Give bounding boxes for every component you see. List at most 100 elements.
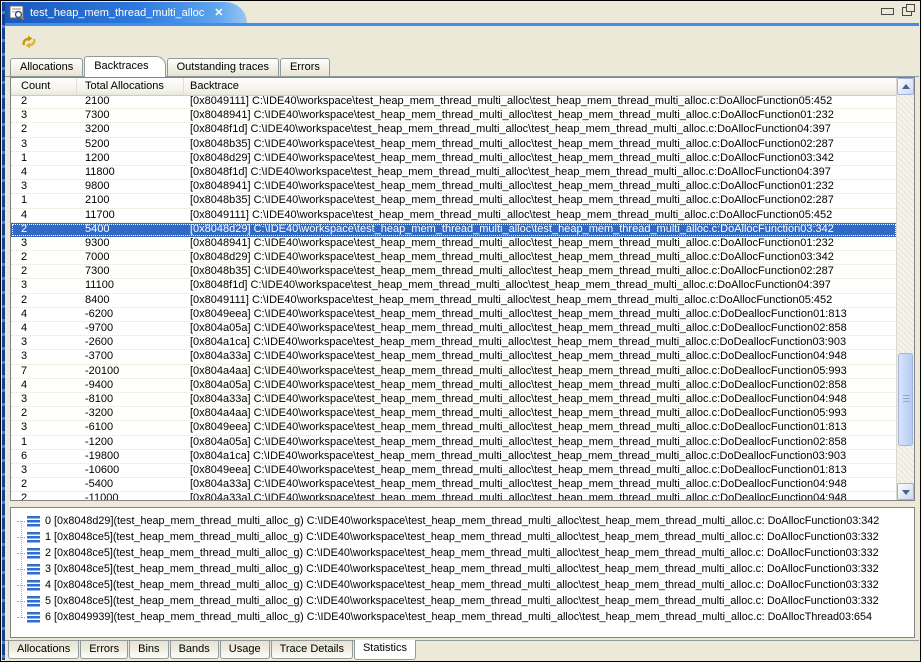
stack-frame-row[interactable]: 3 [0x8048ce5](test_heap_mem_thread_multi… (17, 561, 914, 577)
window-left-border (2, 2, 5, 660)
backtrace-cell: [0x8049eea] C:\IDE40\workspace\test_heap… (184, 464, 897, 477)
count-cell: 3 (11, 279, 77, 292)
table-row[interactable]: 4-9400[0x804a05a] C:\IDE40\workspace\tes… (11, 379, 897, 393)
total-allocations-cell: 5400 (77, 223, 184, 236)
total-allocations-cell: -3200 (77, 407, 184, 420)
table-row[interactable]: 2-5400[0x804a33a] C:\IDE40\workspace\tes… (11, 478, 897, 492)
stack-frame-row[interactable]: 6 [0x8049939](test_heap_mem_thread_multi… (17, 609, 914, 625)
stack-frame-row[interactable]: 2 [0x8048ce5](test_heap_mem_thread_multi… (17, 545, 914, 561)
tab-backtraces[interactable]: Backtraces (84, 56, 165, 77)
tab-bottom-usage[interactable]: Usage (220, 641, 270, 659)
backtrace-cell: [0x8048941] C:\IDE40\workspace\test_heap… (184, 180, 897, 193)
column-header-count[interactable]: Count (11, 78, 77, 95)
count-cell: 2 (11, 492, 77, 500)
table-row[interactable]: 3-2600[0x804a1ca] C:\IDE40\workspace\tes… (11, 336, 897, 350)
stack-frame-row[interactable]: 4 [0x8048ce5](test_heap_mem_thread_multi… (17, 577, 914, 593)
stack-frame-row[interactable]: 0 [0x8048d29](test_heap_mem_thread_multi… (17, 513, 914, 529)
backtrace-cell: [0x8048d29] C:\IDE40\workspace\test_heap… (184, 251, 897, 264)
count-cell: 1 (11, 152, 77, 165)
table-row[interactable]: 3-8100[0x804a33a] C:\IDE40\workspace\tes… (11, 393, 897, 407)
stack-frame-text: 6 [0x8049939](test_heap_mem_thread_multi… (45, 611, 872, 623)
count-cell: 3 (11, 350, 77, 363)
table-row[interactable]: 27000[0x8048d29] C:\IDE40\workspace\test… (11, 251, 897, 265)
tab-errors[interactable]: Errors (280, 58, 330, 76)
table-row[interactable]: 3-3700[0x804a33a] C:\IDE40\workspace\tes… (11, 350, 897, 364)
count-cell: 2 (11, 95, 77, 108)
table-row[interactable]: 7-20100[0x804a4aa] C:\IDE40\workspace\te… (11, 365, 897, 379)
total-allocations-cell: -1200 (77, 436, 184, 449)
table-row[interactable]: 35200[0x8048b35] C:\IDE40\workspace\test… (11, 138, 897, 152)
table-row[interactable]: 37300[0x8048941] C:\IDE40\workspace\test… (11, 109, 897, 123)
table-row[interactable]: 6-19800[0x804a1ca] C:\IDE40\workspace\te… (11, 450, 897, 464)
count-cell: 4 (11, 308, 77, 321)
count-cell: 3 (11, 421, 77, 434)
table-row[interactable]: 25400[0x8048d29] C:\IDE40\workspace\test… (11, 223, 897, 237)
count-cell: 2 (11, 294, 77, 307)
backtraces-table: Count Total Allocations Backtrace 22100[… (10, 77, 915, 501)
backtrace-cell: [0x8049111] C:\IDE40\workspace\test_heap… (184, 95, 897, 108)
column-header-total-allocations[interactable]: Total Allocations (77, 78, 184, 95)
table-row[interactable]: 2-3200[0x804a4aa] C:\IDE40\workspace\tes… (11, 407, 897, 421)
backtrace-cell: [0x8048b35] C:\IDE40\workspace\test_heap… (184, 265, 897, 278)
view-tab[interactable]: test_heap_mem_thread_multi_alloc ✕ (5, 2, 247, 23)
heap-analysis-window: test_heap_mem_thread_multi_alloc ✕ Alloc… (0, 0, 921, 662)
backtrace-cell: [0x8048941] C:\IDE40\workspace\test_heap… (184, 237, 897, 250)
table-row[interactable]: 23200[0x8048f1d] C:\IDE40\workspace\test… (11, 123, 897, 137)
scroll-down-icon[interactable] (897, 483, 914, 500)
close-icon[interactable]: ✕ (214, 6, 223, 19)
tab-bottom-statistics[interactable]: Statistics (354, 640, 416, 660)
backtrace-cell: [0x804a33a] C:\IDE40\workspace\test_heap… (184, 478, 897, 491)
sync-refresh-icon[interactable] (19, 32, 39, 52)
table-row[interactable]: 39300[0x8048941] C:\IDE40\workspace\test… (11, 237, 897, 251)
tab-allocations[interactable]: Allocations (10, 58, 83, 76)
stack-frame-row[interactable]: 5 [0x8048ce5](test_heap_mem_thread_multi… (17, 593, 914, 609)
backtrace-cell: [0x8049111] C:\IDE40\workspace\test_heap… (184, 209, 897, 222)
table-row[interactable]: 1-1200[0x804a05a] C:\IDE40\workspace\tes… (11, 436, 897, 450)
count-cell: 4 (11, 322, 77, 335)
table-row[interactable]: 4-6200[0x8049eea] C:\IDE40\workspace\tes… (11, 308, 897, 322)
total-allocations-cell: 7000 (77, 251, 184, 264)
scrollbar-thumb[interactable] (898, 353, 913, 446)
scroll-up-icon[interactable] (897, 78, 914, 95)
view-toolbar (5, 26, 919, 57)
tab-bottom-bins[interactable]: Bins (129, 641, 168, 659)
tab-bottom-allocations[interactable]: Allocations (8, 641, 79, 659)
tab-bottom-errors[interactable]: Errors (80, 641, 128, 659)
table-row[interactable]: 4-9700[0x804a05a] C:\IDE40\workspace\tes… (11, 322, 897, 336)
total-allocations-cell: 7300 (77, 109, 184, 122)
table-row[interactable]: 12100[0x8048b35] C:\IDE40\workspace\test… (11, 194, 897, 208)
count-cell: 3 (11, 138, 77, 151)
table-row[interactable]: 28400[0x8049111] C:\IDE40\workspace\test… (11, 294, 897, 308)
backtrace-cell: [0x8048f1d] C:\IDE40\workspace\test_heap… (184, 166, 897, 179)
total-allocations-cell: -11000 (77, 492, 184, 500)
table-row[interactable]: 27300[0x8048b35] C:\IDE40\workspace\test… (11, 265, 897, 279)
tab-bottom-bands[interactable]: Bands (170, 641, 219, 659)
table-row[interactable]: 39800[0x8048941] C:\IDE40\workspace\test… (11, 180, 897, 194)
backtrace-cell: [0x804a1ca] C:\IDE40\workspace\test_heap… (184, 450, 897, 463)
total-allocations-cell: -6100 (77, 421, 184, 434)
table-row[interactable]: 411700[0x8049111] C:\IDE40\workspace\tes… (11, 209, 897, 223)
total-allocations-cell: -5400 (77, 478, 184, 491)
table-row[interactable]: 411800[0x8048f1d] C:\IDE40\workspace\tes… (11, 166, 897, 180)
column-header-backtrace[interactable]: Backtrace (184, 78, 897, 95)
total-allocations-cell: 1200 (77, 152, 184, 165)
backtrace-cell: [0x804a33a] C:\IDE40\workspace\test_heap… (184, 492, 897, 500)
maximize-icon[interactable] (902, 7, 912, 16)
table-row[interactable]: 22100[0x8049111] C:\IDE40\workspace\test… (11, 95, 897, 109)
minimize-icon[interactable] (881, 8, 894, 15)
bottom-tab-bar: Allocations Errors Bins Bands Usage Trac… (5, 640, 919, 661)
count-cell: 3 (11, 180, 77, 193)
stack-frame-icon (27, 516, 40, 527)
table-row[interactable]: 3-10600[0x8049eea] C:\IDE40\workspace\te… (11, 464, 897, 478)
tab-outstanding-traces[interactable]: Outstanding traces (167, 58, 279, 76)
table-row[interactable]: 2-11000[0x804a33a] C:\IDE40\workspace\te… (11, 492, 897, 500)
table-row[interactable]: 11200[0x8048d29] C:\IDE40\workspace\test… (11, 152, 897, 166)
stack-frame-text: 4 [0x8048ce5](test_heap_mem_thread_multi… (45, 579, 879, 591)
table-row[interactable]: 311100[0x8048f1d] C:\IDE40\workspace\tes… (11, 279, 897, 293)
vertical-scrollbar[interactable] (896, 78, 914, 500)
table-row[interactable]: 3-6100[0x8049eea] C:\IDE40\workspace\tes… (11, 421, 897, 435)
tab-bottom-trace-details[interactable]: Trace Details (271, 641, 353, 659)
stack-frame-row[interactable]: 1 [0x8048ce5](test_heap_mem_thread_multi… (17, 529, 914, 545)
count-cell: 4 (11, 379, 77, 392)
count-cell: 2 (11, 265, 77, 278)
